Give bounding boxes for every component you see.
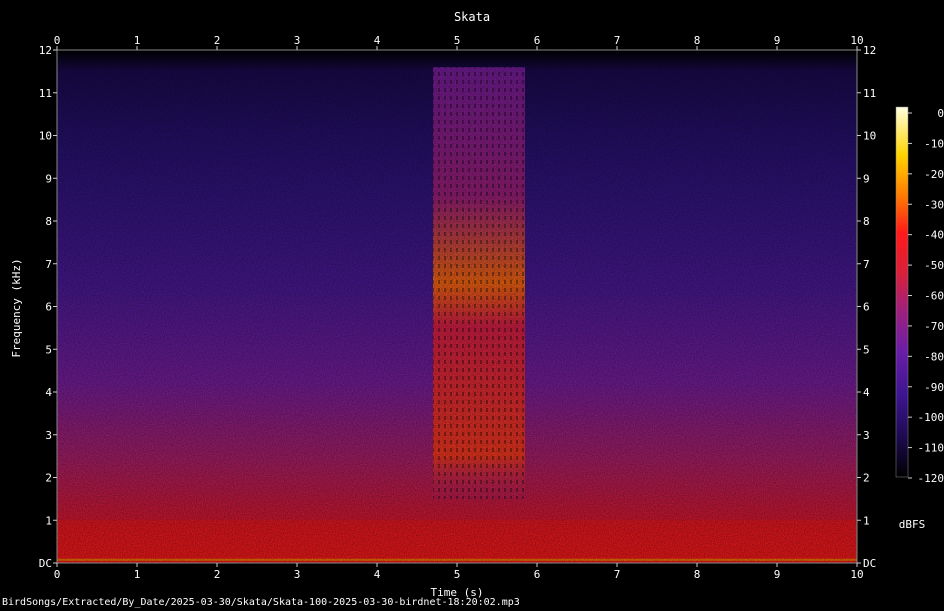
y-tick-label: 12 — [863, 44, 876, 57]
x-ticks-bottom: 0 1 2 3 4 5 6 7 8 9 10 — [54, 563, 864, 581]
x-tick-label: 10 — [850, 568, 863, 581]
y-tick-label: 10 — [39, 130, 52, 143]
y-ticks-right: DC123456789101112 — [857, 44, 876, 570]
y-tick-label: 5 — [45, 343, 52, 356]
x-tick-label: 6 — [534, 34, 541, 47]
x-tick-label: 8 — [694, 568, 701, 581]
x-tick-label: 2 — [214, 34, 221, 47]
colorbar-tick-label: -60 — [924, 290, 944, 303]
x-tick-label: 9 — [774, 568, 781, 581]
colorbar-tick-label: -50 — [924, 259, 944, 272]
x-tick-label: 6 — [534, 568, 541, 581]
colorbar-tick-label: -30 — [924, 198, 944, 211]
colorbar-tick-label: -90 — [924, 381, 944, 394]
y-tick-label: 8 — [45, 215, 52, 228]
y-tick-label: 6 — [863, 301, 870, 314]
x-tick-label: 2 — [214, 568, 221, 581]
x-tick-label: 4 — [374, 568, 381, 581]
y-tick-label: 2 — [45, 472, 52, 485]
x-tick-label: 7 — [614, 34, 621, 47]
y-tick-label: 1 — [863, 514, 870, 527]
y-tick-label: 4 — [863, 386, 870, 399]
file-path: BirdSongs/Extracted/By_Date/2025-03-30/S… — [2, 597, 520, 608]
y-tick-label: 3 — [45, 429, 52, 442]
colorbar-gradient — [895, 106, 909, 478]
x-tick-label: 3 — [294, 568, 301, 581]
x-tick-label: 0 — [54, 34, 61, 47]
y-tick-label: 6 — [45, 301, 52, 314]
colorbar-label: dBFS — [899, 518, 926, 531]
colorbar-tick-label: -100 — [918, 411, 944, 424]
y-tick-label: 5 — [863, 343, 870, 356]
colorbar-tick-label: -110 — [918, 442, 944, 455]
colorbar-ticks: 0 -10 -20 -30 -40 -50 -60 -70 -80 -90 -100 -110 -120 — [908, 107, 944, 485]
y-tick-label: 9 — [45, 172, 52, 185]
x-tick-label: 3 — [294, 34, 301, 47]
colorbar-tick-label: -80 — [924, 350, 944, 363]
colorbar-tick-label: -120 — [918, 472, 944, 485]
y-tick-label: 11 — [863, 87, 876, 100]
colorbar-tick-label: -70 — [924, 320, 944, 333]
y-tick-label: 12 — [39, 44, 52, 57]
colorbar-tick-label: 0 — [937, 107, 944, 120]
x-ticks-top: 0 1 2 3 4 5 6 7 8 9 10 — [54, 34, 864, 50]
y-tick-label: 9 — [863, 172, 870, 185]
y-tick-label: 7 — [863, 258, 870, 271]
y-tick-label: 10 — [863, 130, 876, 143]
chart-title: Skata — [454, 10, 490, 24]
colorbar: 0 -10 -20 -30 -40 -50 -60 -70 -80 -90 -100 -110 -120… — [895, 106, 944, 531]
x-tick-label: 10 — [850, 34, 863, 47]
spectrogram-plot-area — [57, 50, 857, 563]
colorbar-tick-label: -10 — [924, 137, 944, 150]
colorbar-tick-label: -40 — [924, 229, 944, 242]
colorbar-tick-label: -20 — [924, 168, 944, 181]
noise-texture — [57, 50, 857, 563]
x-tick-label: 7 — [614, 568, 621, 581]
y-tick-label: 1 — [45, 514, 52, 527]
x-tick-label: 1 — [134, 34, 141, 47]
x-tick-label: 1 — [134, 568, 141, 581]
spectrogram-chart: 0 1 2 3 4 5 6 7 8 9 10 0 1 2 3 4 5 6 7 8 9 10 DC123456789101… — [10, 10, 944, 599]
y-tick-label: 8 — [863, 215, 870, 228]
x-tick-label: 8 — [694, 34, 701, 47]
y-tick-label: 7 — [45, 258, 52, 271]
x-tick-label: 4 — [374, 34, 381, 47]
y-tick-label: 3 — [863, 429, 870, 442]
y-tick-label: DC — [863, 557, 876, 570]
x-tick-label: 0 — [54, 568, 61, 581]
y-tick-label: 11 — [39, 87, 52, 100]
x-tick-label: 9 — [774, 34, 781, 47]
y-tick-label: 2 — [863, 472, 870, 485]
x-tick-label: 5 — [454, 34, 461, 47]
y-tick-label: 4 — [45, 386, 52, 399]
y-axis-label: Frequency (kHz) — [10, 258, 23, 357]
y-ticks-left: DC123456789101112 — [39, 44, 57, 570]
x-tick-label: 5 — [454, 568, 461, 581]
y-tick-label: DC — [39, 557, 52, 570]
